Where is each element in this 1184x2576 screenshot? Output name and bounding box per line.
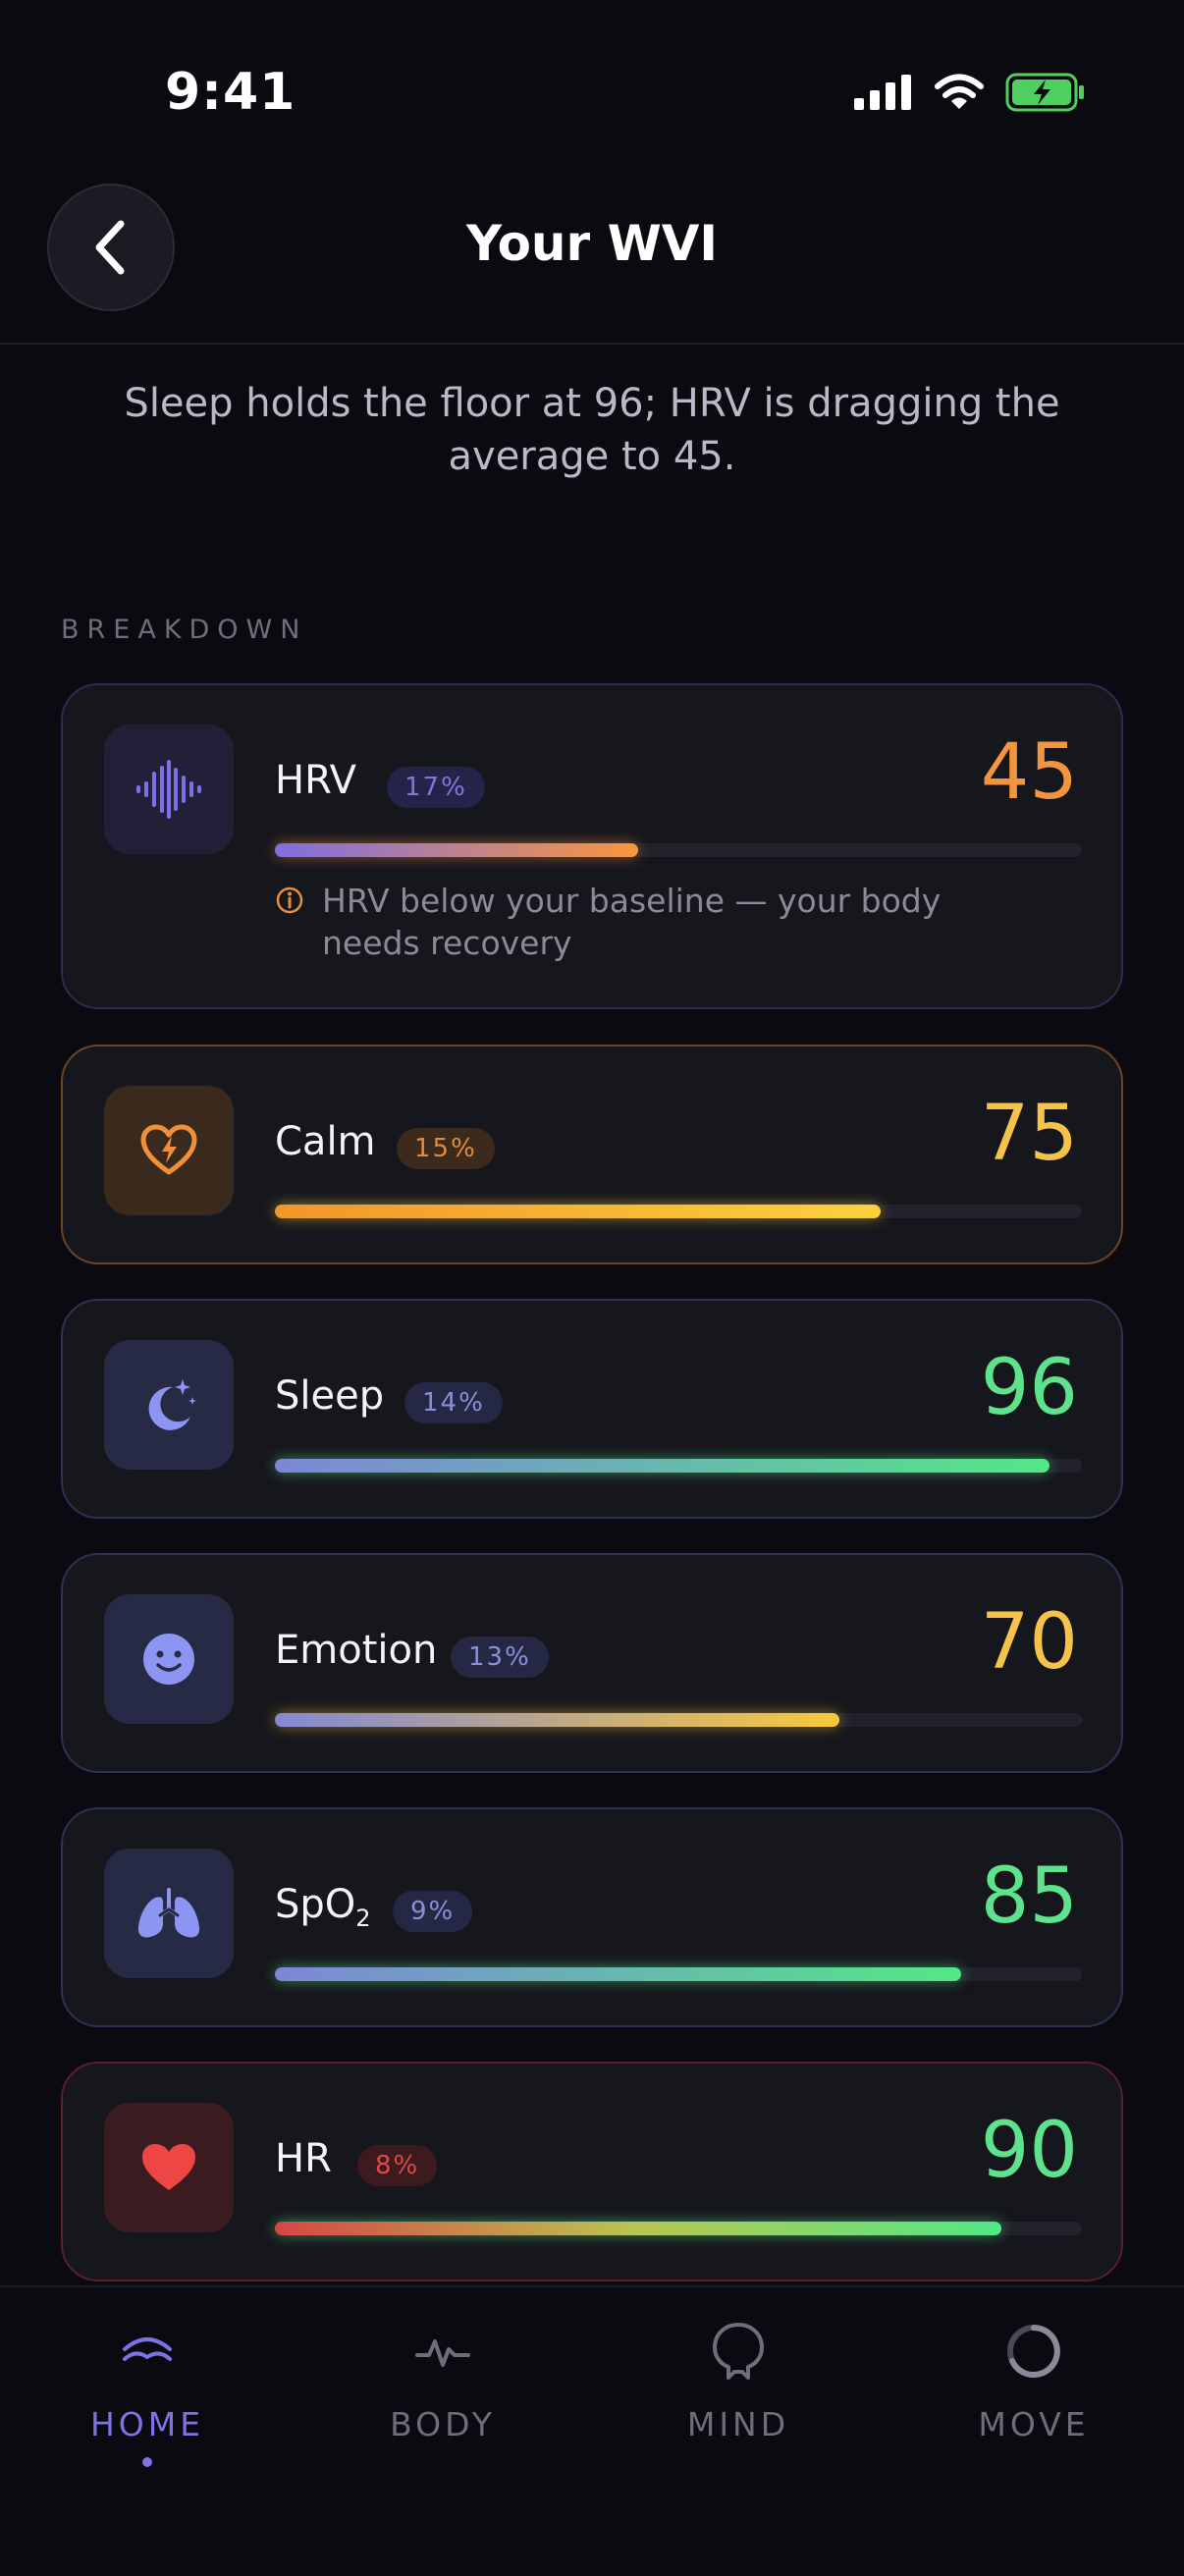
heart-bolt-icon	[140, 1124, 197, 1175]
progress-fill	[275, 843, 638, 857]
pulse-icon	[415, 2339, 470, 2367]
progress-fill	[275, 1205, 881, 1218]
metric-name: Calm	[275, 1119, 376, 1164]
progress-fill	[275, 1967, 961, 1981]
progress-track	[275, 2222, 1082, 2235]
battery-charging-icon	[1005, 73, 1084, 112]
progress-fill	[275, 1713, 840, 1727]
status-bar: 9:41	[0, 0, 1184, 187]
tab-label: HOME	[89, 2405, 205, 2443]
metric-weight-badge: 15%	[397, 1128, 495, 1169]
alert-text: HRV below your baseline — your body need…	[322, 882, 942, 962]
page-title: Your WVI	[465, 215, 719, 272]
wifi-icon	[935, 74, 984, 109]
tab-body[interactable]: BODY	[296, 2317, 590, 2443]
metric-weight-badge: 9%	[393, 1891, 473, 1932]
metric-name: HR	[275, 2136, 332, 2181]
metric-card-emotion[interactable]: Emotion 13% 70	[61, 1553, 1123, 1773]
progress-track	[275, 1459, 1082, 1473]
metric-weight-badge: 13%	[451, 1637, 549, 1678]
metric-name: SpO2	[275, 1882, 371, 1932]
metric-card-hr[interactable]: HR 8% 90	[61, 2062, 1123, 2281]
progress-track	[275, 1967, 1082, 1981]
progress-track	[275, 843, 1082, 857]
waveform-icon	[136, 760, 201, 819]
metric-name: Emotion	[275, 1628, 438, 1673]
metric-score: 75	[980, 1090, 1078, 1178]
head-icon	[713, 2323, 764, 2380]
tab-move[interactable]: MOVE	[887, 2317, 1181, 2443]
ring-icon	[1007, 2325, 1060, 2378]
nav-header: Your WVI	[0, 182, 1184, 345]
metric-score: 45	[980, 728, 1078, 817]
metric-icon-box	[104, 1594, 234, 1724]
tab-bar: HOME BODY MIND MOVE	[0, 2285, 1184, 2576]
cellular-signal-icon	[854, 75, 911, 110]
progress-fill	[275, 2222, 1001, 2235]
heart-icon	[142, 2144, 195, 2190]
lungs-icon	[137, 1888, 200, 1938]
metric-score: 96	[980, 1344, 1078, 1432]
status-icons	[854, 73, 1086, 112]
metric-score: 90	[980, 2107, 1078, 2195]
metric-icon-box	[104, 1849, 234, 1978]
moon-stars-icon	[148, 1379, 196, 1430]
active-indicator-dot	[142, 2457, 152, 2467]
metric-weight-badge: 17%	[387, 767, 485, 808]
info-icon	[276, 886, 303, 914]
metric-name: HRV	[275, 758, 357, 803]
metric-icon-box	[104, 1340, 234, 1470]
metric-card-calm[interactable]: Calm 15% 75	[61, 1045, 1123, 1264]
metric-icon-box	[104, 1086, 234, 1215]
metric-icon-box	[104, 724, 234, 854]
metric-card-spo2[interactable]: SpO2 9% 85	[61, 1807, 1123, 2027]
metric-card-hrv[interactable]: HRV 17% 45 HRV below your baseline — you…	[61, 683, 1123, 1009]
metric-name-subscript: 2	[355, 1905, 371, 1932]
progress-fill	[275, 1459, 1050, 1473]
tab-home[interactable]: HOME	[0, 2317, 295, 2467]
home-waves-icon	[123, 2337, 172, 2361]
summary-text: Sleep holds the floor at 96; HRV is drag…	[124, 381, 1060, 479]
metric-name-main: SpO	[275, 1882, 356, 1927]
progress-track	[275, 1713, 1082, 1727]
metric-card-sleep[interactable]: Sleep 14% 96	[61, 1299, 1123, 1519]
metric-icon-box	[104, 2103, 234, 2232]
metric-weight-badge: 14%	[404, 1382, 503, 1423]
metric-score: 85	[980, 1852, 1078, 1941]
smile-face-icon	[143, 1634, 194, 1685]
tab-mind[interactable]: MIND	[591, 2317, 886, 2443]
tab-label: MOVE	[978, 2405, 1090, 2443]
metric-name: Sleep	[275, 1373, 385, 1419]
status-time: 9:41	[165, 63, 296, 122]
section-label: BREAKDOWN	[61, 615, 308, 645]
tab-label: MIND	[686, 2405, 790, 2443]
metric-score: 70	[980, 1598, 1078, 1687]
tab-label: BODY	[390, 2405, 496, 2443]
metric-weight-badge: 8%	[357, 2145, 438, 2186]
progress-track	[275, 1205, 1082, 1218]
